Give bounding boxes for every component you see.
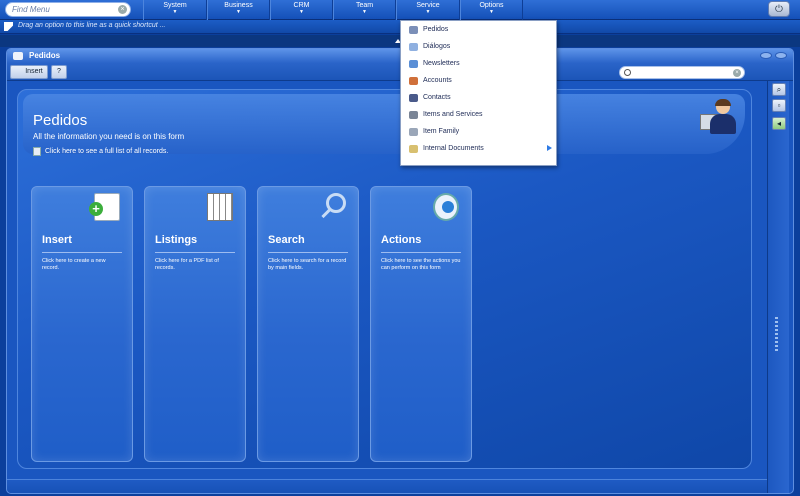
card-title: Search xyxy=(268,234,305,246)
help-button[interactable]: ? xyxy=(51,65,67,79)
search-card[interactable]: Search Click here to search for a record… xyxy=(257,186,359,462)
page-subtitle: All the information you need is on this … xyxy=(33,132,185,141)
list-icon xyxy=(33,147,41,156)
menu-item-internal-documents[interactable]: Internal Documents xyxy=(401,141,558,158)
card-description: Click here to create a new record. xyxy=(42,258,106,271)
document-add-icon xyxy=(89,193,120,221)
shortcut-icon xyxy=(4,22,13,31)
menu-label: CRM xyxy=(293,2,310,9)
close-icon[interactable] xyxy=(775,52,787,59)
shortcut-hint: Drag an option to this line as a quick s… xyxy=(18,22,166,29)
insert-card[interactable]: Insert Click here to create a new record… xyxy=(31,186,133,462)
menu-item-item-family[interactable]: Item Family xyxy=(401,124,558,141)
documents-icon xyxy=(409,145,418,153)
menu-item-label: Items and Services xyxy=(423,111,483,118)
zoom-icon: ⌕ xyxy=(776,85,782,94)
menu-team[interactable]: Team ▼ xyxy=(333,0,396,20)
card-title: Listings xyxy=(155,234,198,246)
card-description: Click here to see the actions you can pe… xyxy=(381,258,461,271)
menu-business[interactable]: Business ▼ xyxy=(207,0,270,20)
menu-item-label: Internal Documents xyxy=(423,145,484,152)
window-controls xyxy=(757,52,787,61)
menu-item-label: Pedidos xyxy=(423,26,449,33)
family-icon xyxy=(409,128,418,136)
submenu-arrow-icon xyxy=(547,145,552,151)
menu-service[interactable]: Service ▼ xyxy=(396,0,460,20)
find-menu-placeholder: Find Menu xyxy=(12,5,50,14)
full-list-link[interactable]: Click here to see a full list of all rec… xyxy=(45,148,168,155)
menu-item-label: Newsletters xyxy=(423,60,460,67)
menu-item-label: Accounts xyxy=(423,77,452,84)
search-input[interactable]: × xyxy=(619,66,745,79)
menu-item-contacts[interactable]: Contacts xyxy=(401,90,558,107)
chevron-down-icon: ▼ xyxy=(362,9,367,15)
items-icon xyxy=(409,111,418,119)
chevron-down-icon: ▼ xyxy=(489,9,494,15)
back-button[interactable]: ◂ xyxy=(772,117,786,130)
menu-item-accounts[interactable]: Accounts xyxy=(401,73,558,90)
right-side-panel: ⌕ ▫ ◂ xyxy=(767,81,789,493)
card-divider xyxy=(381,252,461,253)
clear-icon[interactable]: × xyxy=(733,69,741,77)
menu-item-items-and-services[interactable]: Items and Services xyxy=(401,107,558,124)
minimize-icon[interactable] xyxy=(760,52,772,59)
help-icon: ? xyxy=(57,68,61,75)
play-icon xyxy=(433,193,459,221)
menu-item-dialogos[interactable]: Diálogos xyxy=(401,39,558,56)
menu-item-label: Diálogos xyxy=(423,43,451,50)
group-icon xyxy=(409,77,418,85)
card-divider xyxy=(42,252,122,253)
listings-card[interactable]: Listings Click here for a PDF list of re… xyxy=(144,186,246,462)
top-menu-bar: Find Menu × System ▼ Business ▼ CRM ▼ Te… xyxy=(0,0,800,20)
card-divider xyxy=(268,252,348,253)
status-bar xyxy=(7,479,767,493)
menu-label: Business xyxy=(224,2,253,9)
chevron-down-icon: ▼ xyxy=(172,9,178,15)
menu-item-label: Item Family xyxy=(423,128,460,135)
power-icon: ⏻ xyxy=(775,4,783,15)
header-panel xyxy=(23,94,745,154)
window-title: Pedidos xyxy=(29,51,61,60)
magnifier-icon xyxy=(326,193,346,213)
chevron-down-icon: ▼ xyxy=(425,9,431,15)
card-title: Insert xyxy=(42,234,72,246)
card-description: Click here to search for a record by mai… xyxy=(268,258,347,271)
find-menu-input[interactable]: Find Menu × xyxy=(5,2,131,17)
menu-item-pedidos[interactable]: Pedidos xyxy=(401,22,558,39)
menu-item-label: Contacts xyxy=(423,94,451,101)
service-dropdown-menu: Pedidos Diálogos Newsletters Accounts Co… xyxy=(400,20,557,166)
resize-grip[interactable] xyxy=(775,317,778,353)
menu-label: Options xyxy=(479,2,504,9)
contact-icon xyxy=(409,94,418,102)
window-icon: ▫ xyxy=(777,101,781,110)
menu-label: Service xyxy=(416,2,440,9)
chevron-down-icon: ▼ xyxy=(299,9,304,15)
zoom-button[interactable]: ⌕ xyxy=(772,83,786,96)
menu-label: Team xyxy=(355,2,374,9)
calendar-grid-icon xyxy=(207,193,233,221)
clear-icon[interactable]: × xyxy=(118,5,127,14)
mail-icon xyxy=(409,60,418,68)
menu-options[interactable]: Options ▼ xyxy=(460,0,523,20)
window-button[interactable]: ▫ xyxy=(772,99,786,112)
user-icon xyxy=(409,26,418,34)
power-button[interactable]: ⏻ xyxy=(768,1,790,17)
card-description: Click here for a PDF list of records. xyxy=(155,258,219,271)
insert-button[interactable]: Insert xyxy=(10,65,48,79)
page-title: Pedidos xyxy=(33,112,88,129)
search-icon xyxy=(624,69,631,76)
menu-item-newsletters[interactable]: Newsletters xyxy=(401,56,558,73)
menu-crm[interactable]: CRM ▼ xyxy=(270,0,333,20)
insert-label: Insert xyxy=(25,68,43,75)
support-agent-icon xyxy=(700,99,740,136)
chevron-down-icon: ▼ xyxy=(236,9,241,15)
chat-icon xyxy=(409,43,418,51)
window-app-icon xyxy=(13,52,23,60)
actions-card[interactable]: Actions Click here to see the actions yo… xyxy=(370,186,472,462)
card-title: Actions xyxy=(381,234,422,246)
arrow-left-icon: ◂ xyxy=(776,119,781,128)
menu-system[interactable]: System ▼ xyxy=(143,0,207,20)
menu-label: System xyxy=(163,2,187,9)
card-divider xyxy=(155,252,235,253)
